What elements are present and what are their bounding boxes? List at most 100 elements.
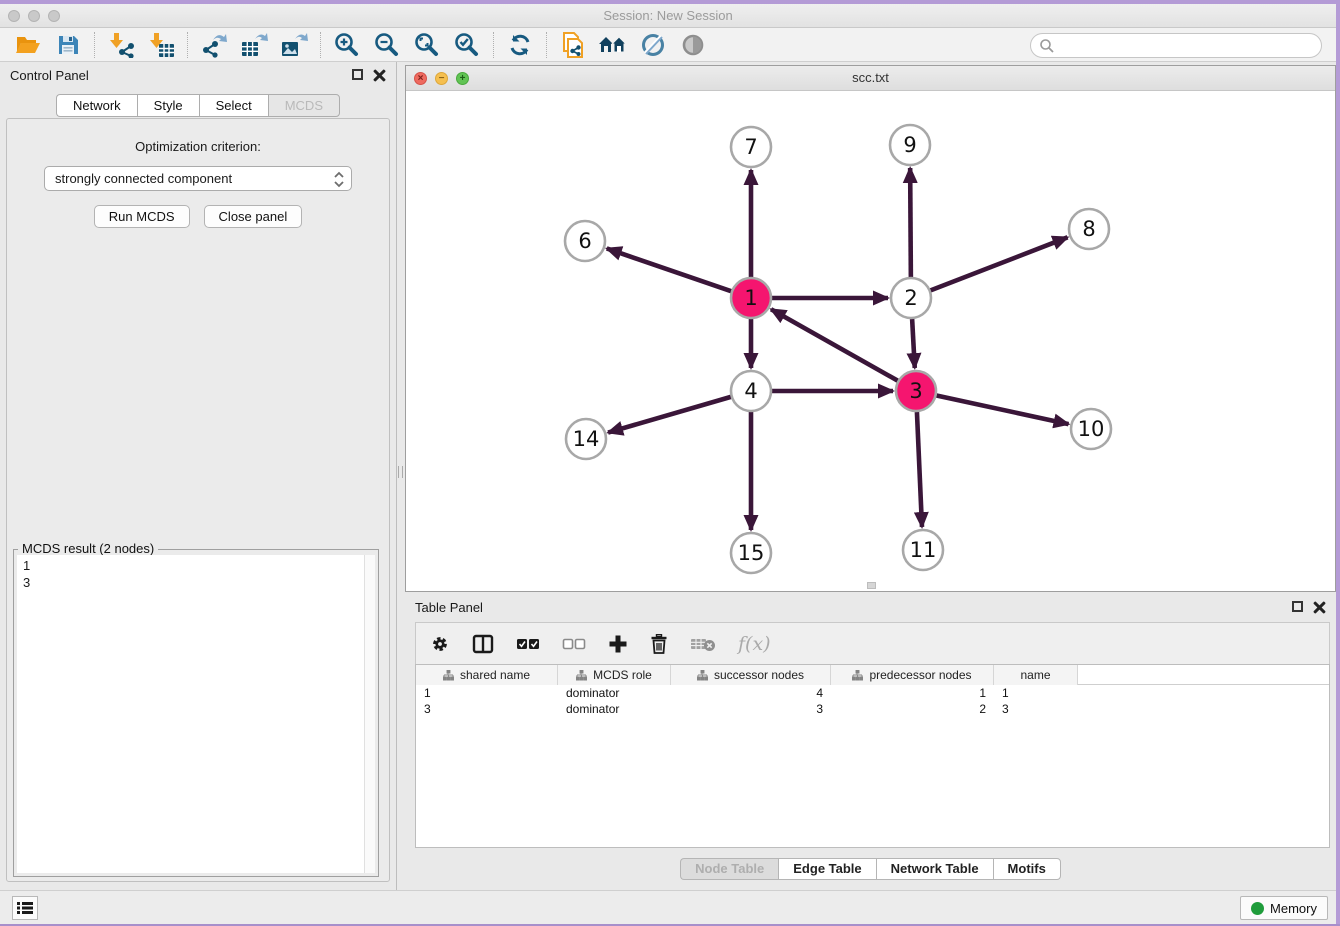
control-panel-title: Control Panel (10, 68, 89, 83)
cell-name[interactable]: 3 (994, 701, 1078, 717)
zoom-in-icon[interactable] (327, 30, 367, 60)
close-table-panel-icon[interactable] (1313, 601, 1326, 614)
select-all-icon[interactable] (516, 637, 540, 651)
tab-select[interactable]: Select (199, 94, 268, 117)
tab-node-table[interactable]: Node Table (680, 858, 778, 880)
column-header-successor-nodes[interactable]: successor nodes (671, 665, 831, 685)
tab-style[interactable]: Style (137, 94, 199, 117)
edge-2-8[interactable] (931, 237, 1068, 290)
export-table-icon[interactable] (234, 30, 274, 60)
column-sort-icon (576, 670, 587, 681)
graph-node-label-1: 1 (744, 286, 757, 310)
tab-network-table[interactable]: Network Table (876, 858, 993, 880)
desktop-strip-right (1336, 0, 1340, 926)
edge-3-11[interactable] (917, 412, 922, 527)
table-panel-header: Table Panel (405, 594, 1336, 622)
network-canvas[interactable]: 1234678910111415 (406, 91, 1335, 591)
edge-3-1[interactable] (771, 309, 898, 380)
edge-2-9[interactable] (910, 168, 911, 277)
tab-network[interactable]: Network (56, 94, 137, 117)
export-image-icon[interactable] (274, 30, 314, 60)
table-row[interactable]: 1 dominator 4 1 1 (416, 685, 1329, 701)
edge-3-10[interactable] (937, 395, 1069, 424)
column-header-mcds-role[interactable]: MCDS role (558, 665, 671, 685)
zoom-fit-icon[interactable] (407, 30, 447, 60)
table-row[interactable]: 3 dominator 3 2 3 (416, 701, 1329, 717)
float-panel-icon[interactable] (352, 69, 363, 80)
import-table-icon[interactable] (141, 30, 181, 60)
column-chooser-icon[interactable] (472, 634, 494, 654)
refresh-icon[interactable] (500, 30, 540, 60)
add-column-icon[interactable] (608, 634, 628, 654)
column-header-shared-name[interactable]: shared name (416, 665, 558, 685)
table-tabs: Node Table Edge Table Network Table Moti… (405, 858, 1336, 880)
search-icon (1039, 38, 1055, 54)
column-header-predecessor-nodes[interactable]: predecessor nodes (831, 665, 994, 685)
import-network-icon[interactable] (101, 30, 141, 60)
search-input[interactable] (1055, 36, 1321, 56)
run-mcds-button[interactable]: Run MCDS (94, 205, 190, 228)
close-panel-button[interactable]: Close panel (204, 205, 303, 228)
float-table-panel-icon[interactable] (1292, 601, 1303, 612)
graph-node-label-11: 11 (910, 538, 937, 562)
delete-column-trash-icon[interactable] (650, 634, 668, 654)
style-brush-icon[interactable] (633, 30, 673, 60)
optimization-criterion-label: Optimization criterion: (7, 139, 389, 154)
cell-name[interactable]: 1 (994, 685, 1078, 701)
tab-motifs[interactable]: Motifs (993, 858, 1061, 880)
toolbar-separator (493, 32, 494, 58)
settings-gear-icon[interactable] (430, 634, 450, 654)
graph-node-label-14: 14 (573, 427, 600, 451)
table-header-row: shared name MCDS role successor nodes pr… (416, 665, 1329, 685)
cell-predecessor-nodes[interactable]: 1 (831, 685, 994, 701)
main-toolbar (0, 28, 1336, 62)
cell-predecessor-nodes[interactable]: 2 (831, 701, 994, 717)
edge-2-3[interactable] (912, 319, 915, 368)
list-icon (17, 901, 33, 915)
search-box[interactable] (1030, 33, 1322, 58)
column-sort-icon (697, 670, 708, 681)
edge-1-6[interactable] (607, 248, 731, 291)
cell-shared-name[interactable]: 1 (416, 685, 558, 701)
close-panel-icon[interactable] (373, 69, 386, 82)
graph-node-label-15: 15 (738, 541, 765, 565)
zoom-selected-icon[interactable] (447, 30, 487, 60)
tab-edge-table[interactable]: Edge Table (778, 858, 875, 880)
cell-mcds-role[interactable]: dominator (558, 701, 671, 717)
result-scrollbar[interactable] (364, 555, 375, 873)
delete-table-icon (690, 636, 716, 652)
optimization-criterion-select[interactable]: strongly connected component (44, 166, 352, 191)
column-sort-icon (443, 670, 454, 681)
mcds-result-fieldset: MCDS result (2 nodes) 1 3 (13, 549, 379, 877)
network-window-title: scc.txt (406, 70, 1335, 85)
cell-successor-nodes[interactable]: 3 (671, 701, 831, 717)
cell-mcds-role[interactable]: dominator (558, 685, 671, 701)
mcds-result-text[interactable]: 1 3 (17, 555, 364, 873)
control-panel-header: Control Panel (0, 62, 396, 90)
memory-button[interactable]: Memory (1240, 896, 1328, 920)
double-home-icon[interactable] (593, 30, 633, 60)
toolbar-separator (320, 32, 321, 58)
cell-shared-name[interactable]: 3 (416, 701, 558, 717)
open-session-icon[interactable] (8, 30, 48, 60)
eye-icon[interactable] (673, 30, 713, 60)
column-header-name[interactable]: name (994, 665, 1078, 685)
task-history-button[interactable] (12, 896, 38, 920)
network-graph[interactable]: 1234678910111415 (406, 91, 1335, 591)
graph-node-label-6: 6 (578, 229, 591, 253)
optimization-criterion-value: strongly connected component (55, 171, 232, 186)
deselect-all-icon[interactable] (562, 637, 586, 651)
tab-mcds[interactable]: MCDS (268, 94, 340, 117)
clone-network-icon[interactable] (553, 30, 593, 60)
export-network-icon[interactable] (194, 30, 234, 60)
edge-4-14[interactable] (608, 397, 731, 433)
toolbar-separator (94, 32, 95, 58)
toolbar-separator (187, 32, 188, 58)
graph-node-label-4: 4 (744, 379, 757, 403)
graph-node-label-8: 8 (1082, 217, 1095, 241)
vertical-splitter-handle[interactable] (398, 466, 403, 478)
zoom-out-icon[interactable] (367, 30, 407, 60)
save-session-icon[interactable] (48, 30, 88, 60)
horizontal-splitter-handle[interactable] (867, 582, 876, 589)
cell-successor-nodes[interactable]: 4 (671, 685, 831, 701)
